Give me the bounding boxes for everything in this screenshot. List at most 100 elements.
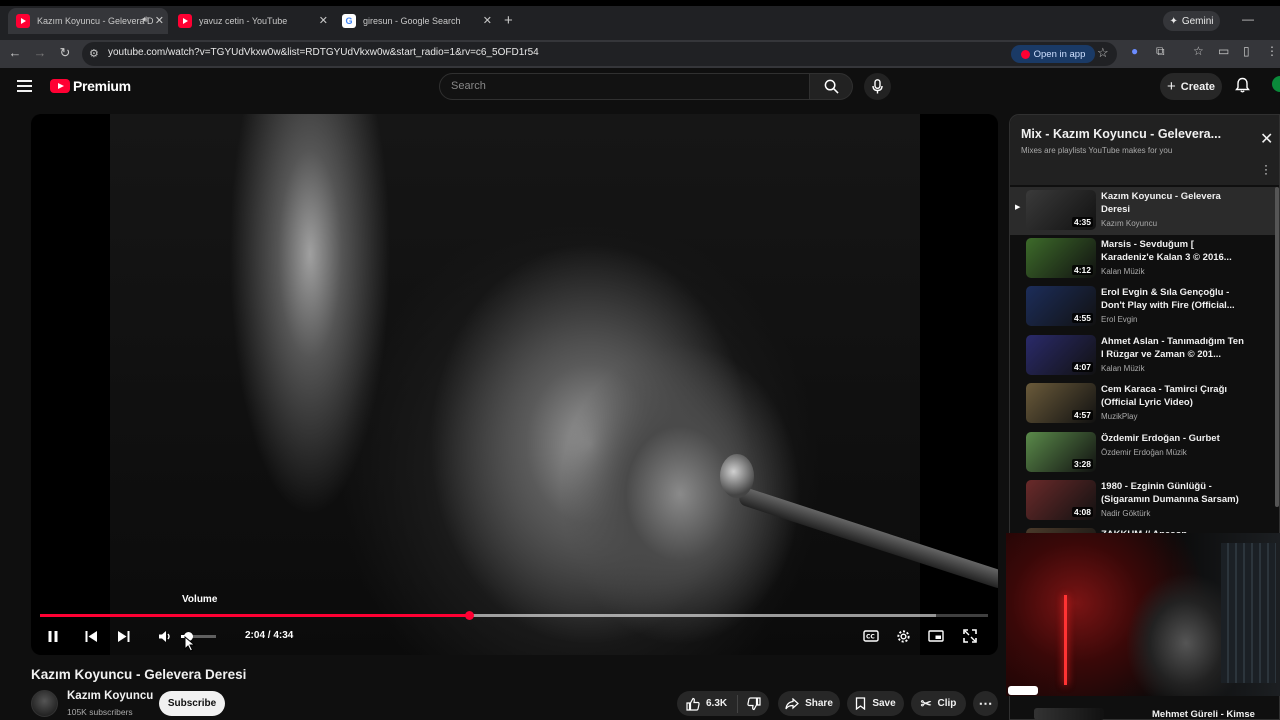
tab-title: giresun - Google Search: [363, 16, 461, 26]
playlist-item-title: Erol Evgin & Sıla Gençoğlu - Don't Play …: [1101, 287, 1235, 311]
like-button[interactable]: 6.3K: [677, 697, 737, 711]
background-window: [1221, 543, 1276, 683]
share-icon: [785, 697, 799, 709]
mute-button[interactable]: [155, 624, 175, 648]
youtube-icon: [16, 14, 30, 28]
next-button[interactable]: [114, 624, 134, 648]
subscribe-button[interactable]: Subscribe: [159, 691, 225, 716]
open-in-app-button[interactable]: Open in app: [1011, 45, 1095, 63]
video-mic-stand: [737, 486, 998, 591]
video-microphone: [720, 454, 754, 498]
playlist-item[interactable]: 3:28 Özdemir Erdoğan - Gurbet Özdemir Erdo…: [1010, 429, 1276, 477]
back-icon[interactable]: ←: [6, 45, 24, 60]
previous-button[interactable]: [81, 624, 101, 648]
extension-icon[interactable]: ●: [1131, 44, 1138, 58]
playlist-item[interactable]: 4:12 Marsis - Sevduğum [ Karadeniz'e Kala…: [1010, 235, 1276, 283]
plus-icon: +: [1166, 78, 1176, 95]
gemini-button[interactable]: ✦ Gemini: [1163, 11, 1220, 31]
bookmarks-icon[interactable]: ☆: [1193, 44, 1204, 58]
duration-badge: 4:35: [1071, 217, 1093, 227]
tab-3[interactable]: G giresun - Google Search ✕: [336, 8, 496, 34]
scrubber-handle[interactable]: [464, 611, 474, 620]
clip-button[interactable]: ✂ Clip: [911, 691, 966, 716]
playlist-item[interactable]: 4:08 1980 - Ezginin Günlüğü - (Sigaramın …: [1010, 477, 1276, 525]
search-input[interactable]: Search: [439, 73, 810, 100]
address-bar[interactable]: ⚙ youtube.com/watch?v=TGYUdVkxw0w&list=R…: [82, 42, 1117, 66]
side-panel-icon[interactable]: ▯: [1243, 44, 1250, 58]
gemini-icon: ✦: [1169, 15, 1178, 27]
extensions-puzzle-icon[interactable]: ⧉: [1156, 44, 1165, 59]
pause-button[interactable]: [43, 624, 63, 648]
share-button[interactable]: Share: [778, 691, 840, 716]
playlist-title[interactable]: Mix - Kazım Koyuncu - Gelevera...: [1021, 127, 1221, 141]
mouse-cursor-icon: [184, 635, 196, 657]
voice-search-button[interactable]: [864, 73, 891, 100]
duration-badge: 4:12: [1071, 265, 1093, 275]
duration-badge: 4:08: [1071, 507, 1093, 517]
close-icon[interactable]: ✕: [483, 14, 492, 27]
tab-2[interactable]: yavuz cetin - YouTube ✕: [172, 8, 332, 34]
recommended-item[interactable]: Mehmet Güreli - Kimse: [1028, 705, 1278, 720]
close-icon[interactable]: ✕: [155, 14, 164, 27]
notifications-bell-icon[interactable]: [1235, 77, 1250, 98]
playlist-item-text: Cem Karaca - Tamirci Çırağı (Official Ly…: [1101, 383, 1246, 421]
playlist-item-text: Marsis - Sevduğum [ Karadeniz'e Kalan 3 …: [1101, 238, 1246, 276]
forward-icon[interactable]: →: [31, 45, 49, 60]
search-placeholder: Search: [451, 80, 486, 92]
video-thumbnail: 4:07: [1026, 335, 1096, 375]
fullscreen-button[interactable]: [960, 624, 980, 648]
playlist-item[interactable]: ▶ 4:35 Kazım Koyuncu - Gelevera Deresi Kazı…: [1010, 187, 1276, 235]
captions-button[interactable]: CC: [861, 624, 881, 648]
new-tab-button[interactable]: +: [504, 12, 513, 29]
tab-search-icon[interactable]: ▭: [1218, 44, 1229, 58]
save-button[interactable]: Save: [847, 691, 904, 716]
minimize-icon[interactable]: —: [1242, 12, 1254, 26]
create-label: Create: [1180, 80, 1215, 93]
reload-icon[interactable]: ↻: [56, 45, 74, 61]
played-bar: [40, 614, 470, 617]
playlist-item-text: Erol Evgin & Sıla Gençoğlu - Don't Play …: [1101, 286, 1246, 324]
account-avatar[interactable]: [1272, 76, 1280, 92]
playlist-item[interactable]: 4:57 Cem Karaca - Tamirci Çırağı (Officia…: [1010, 380, 1276, 428]
share-label: Share: [805, 698, 833, 709]
playlist-item[interactable]: 4:55 Erol Evgin & Sıla Gençoğlu - Don't P…: [1010, 283, 1276, 331]
duration-badge: 4:07: [1071, 362, 1093, 372]
volume-tooltip: Volume: [182, 594, 218, 605]
settings-button[interactable]: [893, 624, 913, 648]
captions-icon: CC: [863, 630, 879, 642]
hamburger-menu-icon[interactable]: [17, 80, 32, 92]
channel-avatar[interactable]: [31, 690, 58, 717]
speaker-icon[interactable]: 🔊︎: [142, 14, 148, 25]
playlist-item[interactable]: 4:07 Ahmet Aslan - Tanımadığım Ten I Rüzg…: [1010, 332, 1276, 380]
youtube-premium-logo[interactable]: Premium: [50, 78, 131, 94]
progress-bar[interactable]: [40, 611, 988, 620]
playlist-item-channel: Erol Evgin: [1101, 315, 1138, 324]
close-icon[interactable]: ✕: [319, 14, 328, 27]
dislike-button[interactable]: [738, 696, 769, 711]
recommended-thumbnail: [1034, 708, 1104, 720]
more-actions-button[interactable]: ⋯: [973, 691, 998, 716]
youtube-header: Premium Search + Create: [0, 68, 1280, 108]
playlist-item-text: Ahmet Aslan - Tanımadığım Ten I Rüzgar v…: [1101, 335, 1246, 373]
miniplayer-icon: [928, 630, 944, 642]
video-title: Kazım Koyuncu - Gelevera Deresi: [31, 667, 247, 682]
video-player[interactable]: Volume 2:04 / 4:34 CC: [31, 114, 998, 655]
create-button[interactable]: + Create: [1160, 73, 1222, 100]
more-vertical-icon[interactable]: · · ·: [1264, 159, 1268, 179]
logo-text: Premium: [73, 78, 131, 94]
search-button[interactable]: [810, 73, 853, 100]
site-info-icon[interactable]: ⚙: [89, 47, 99, 60]
bookmark-star-icon[interactable]: ☆: [1097, 45, 1109, 61]
playlist-scrollbar[interactable]: [1275, 187, 1279, 507]
channel-name[interactable]: Kazım Koyuncu: [67, 690, 153, 702]
tab-1[interactable]: Kazım Koyuncu - Gelevera D 🔊︎ ✕: [8, 8, 168, 34]
search-icon: [824, 79, 839, 94]
playlist-header: Mix - Kazım Koyuncu - Gelevera... Mixes …: [1010, 115, 1279, 185]
menu-icon[interactable]: ⋮: [1266, 44, 1278, 58]
miniplayer-button[interactable]: [926, 624, 946, 648]
like-dislike-group: 6.3K: [677, 691, 769, 716]
overlay-bar: [1008, 686, 1038, 695]
browser-tab-strip: Kazım Koyuncu - Gelevera D 🔊︎ ✕ yavuz ce…: [0, 0, 1280, 40]
close-icon[interactable]: ✕: [1260, 129, 1273, 149]
more-horizontal-icon: ⋯: [978, 695, 993, 711]
